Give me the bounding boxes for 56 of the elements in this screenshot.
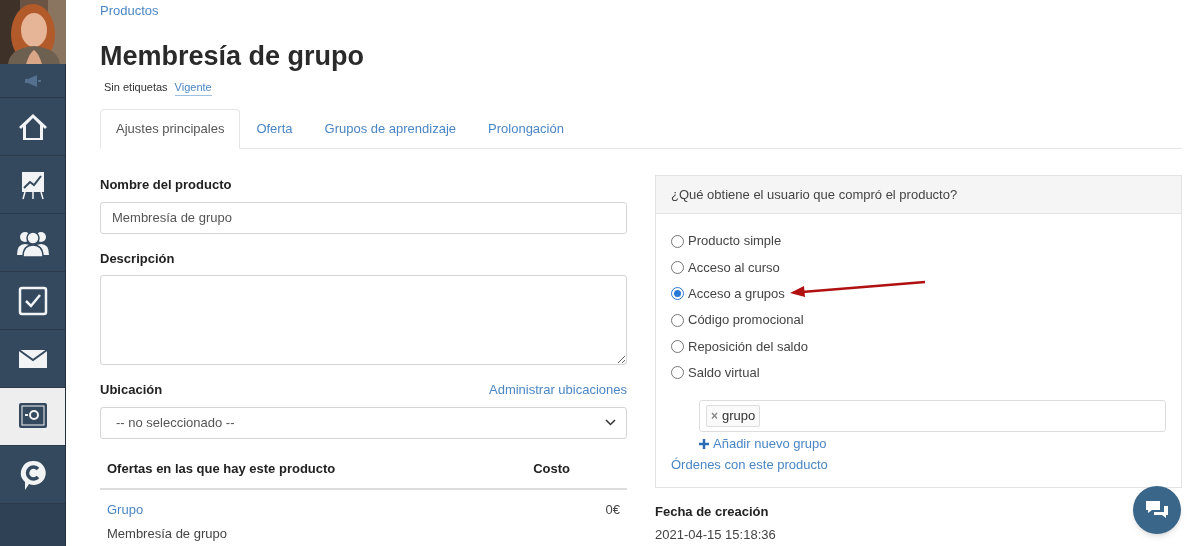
field-label: Nombre del producto [100, 176, 233, 194]
radio-button[interactable] [671, 234, 684, 248]
tags-label: Sin etiquetas [104, 79, 168, 95]
sidebar-item[interactable] [0, 272, 65, 330]
tab[interactable]: Grupos de aprendizaje [308, 109, 473, 148]
manage-locations-link[interactable]: Administrar ubicaciones [489, 380, 627, 400]
radio-label: Saldo virtual [688, 363, 760, 382]
sidebar-item[interactable] [0, 156, 65, 214]
radio-button[interactable] [671, 339, 684, 353]
radio-button[interactable] [671, 260, 684, 274]
column-header: Costo [533, 459, 570, 478]
created-date: 2021-04-15 15:18:36 [655, 526, 776, 543]
tab[interactable]: Ajustes principales [100, 109, 241, 149]
table-cell-text: 0€ [605, 501, 620, 519]
group-tags-field[interactable]: × grupo [699, 399, 1166, 432]
sidebar-item[interactable] [0, 330, 65, 388]
table-cell-text: Membresía de grupo [107, 524, 227, 543]
sidebar-item[interactable] [0, 388, 65, 446]
orders-link[interactable]: Órdenes con este producto [671, 455, 1166, 475]
page-title: Membresía de grupo [100, 39, 366, 73]
radio-button[interactable] [671, 313, 684, 327]
remove-tag-button[interactable]: × [711, 406, 718, 425]
add-group-link[interactable]: Añadir nuevo grupo [699, 433, 1166, 454]
radio-label: Acceso a grupos [688, 285, 785, 303]
radio-label: Código promocional [688, 311, 804, 330]
chart-board-icon [19, 169, 46, 200]
tab[interactable]: Oferta [240, 109, 309, 148]
description-field[interactable] [100, 275, 627, 365]
breadcrumb-link[interactable]: Productos [100, 1, 1182, 21]
tab[interactable]: Prolongación [472, 109, 580, 148]
radio-label: Acceso al curso [688, 258, 780, 277]
column-header: Ofertas en las que hay este producto [107, 459, 336, 478]
safe-icon [17, 401, 48, 432]
chat-button[interactable] [1133, 486, 1181, 534]
tag-label: grupo [722, 407, 756, 426]
created-label: Fecha de creación [655, 503, 769, 520]
name-field[interactable]: Membresía de grupo [100, 201, 627, 234]
sidebar-item[interactable] [0, 98, 65, 156]
radio-label: Producto simple [688, 232, 782, 251]
megaphone-icon [22, 73, 43, 88]
radio-label: Reposición del saldo [688, 337, 808, 356]
sidebar-item[interactable] [0, 214, 65, 272]
status-link[interactable]: Vigente [174, 78, 212, 96]
mail-icon [17, 348, 48, 369]
plus-icon [699, 438, 709, 449]
sidebar-item[interactable] [0, 446, 65, 504]
chevron-down-icon [605, 419, 616, 426]
field-label: Descripción [100, 249, 176, 268]
checkbox-icon [17, 285, 48, 316]
location-select[interactable]: -- no seleccionado -- [100, 406, 627, 439]
chat-logo-icon [18, 458, 47, 491]
field-label: Ubicación [100, 381, 163, 399]
offer-link[interactable]: Grupo [107, 500, 227, 520]
chat-bubbles-icon [1144, 499, 1170, 521]
radio-button[interactable] [671, 366, 684, 380]
panel-title: ¿Qué obtiene el usuario que compró el producto? [656, 176, 1181, 214]
